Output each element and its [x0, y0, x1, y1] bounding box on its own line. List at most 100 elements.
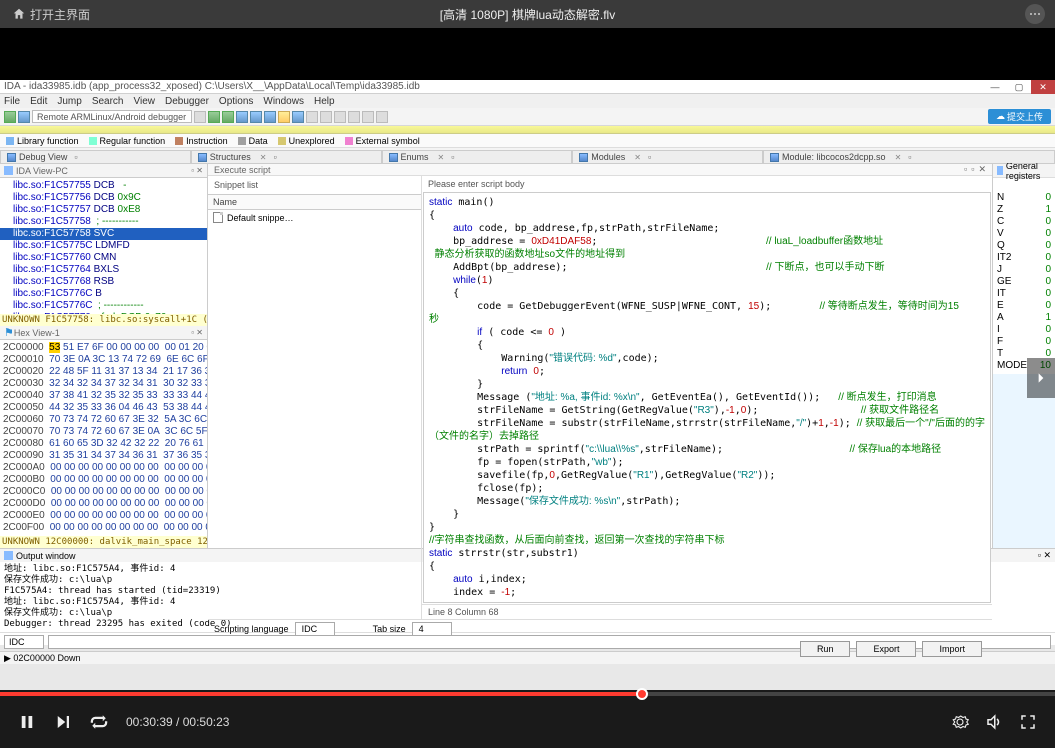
close-x-icon[interactable]: ▫ ✕ — [191, 166, 203, 175]
close-icon[interactable]: ✕ — [978, 164, 986, 175]
close-x-icon[interactable]: ▫ ✕ — [1038, 550, 1051, 561]
disasm-line[interactable]: libc.so:F1C5776C ; ------------ — [0, 300, 207, 312]
hex-row[interactable]: 2C000D0 00 00 00 00 00 00 00 00 00 00 00… — [3, 498, 204, 510]
menu-file[interactable]: File — [4, 96, 20, 107]
legend-item: External symbol — [345, 136, 420, 146]
hex-view[interactable]: 2C00000 53 51 E7 6F 00 00 00 00 00 01 20… — [0, 340, 207, 536]
close-x-icon[interactable]: ▫ ✕ — [191, 328, 203, 337]
tab-icon — [4, 551, 13, 560]
hex-row[interactable]: 2C00040 37 38 41 32 35 32 35 33 33 33 44… — [3, 390, 204, 402]
tool10-icon[interactable] — [334, 111, 346, 123]
loop-icon — [90, 713, 108, 731]
next-video-arrow[interactable] — [1027, 358, 1055, 398]
menu-view[interactable]: View — [134, 96, 156, 107]
pause-icon[interactable] — [18, 111, 30, 123]
disasm-line[interactable]: libc.so:F1C57756 DCB 0x9C — [0, 192, 207, 204]
maximize-button[interactable]: ▢ — [1007, 80, 1031, 94]
progress-knob[interactable] — [636, 688, 648, 700]
editor-status: Line 8 Column 68 — [422, 604, 992, 619]
hex-row[interactable]: 2C00060 70 73 74 72 60 67 3E 32 5A 3C 6C… — [3, 414, 204, 426]
disasm-line[interactable]: libc.so:F1C57758 SVC — [0, 228, 207, 240]
hex-row[interactable]: 2C00010 70 3E 0A 3C 13 74 72 69 6E 6C 6F… — [3, 354, 204, 366]
nav-band[interactable] — [0, 126, 1055, 134]
close-button[interactable]: ✕ — [1031, 80, 1055, 94]
minimize-button[interactable]: — — [983, 80, 1007, 94]
menu-help[interactable]: Help — [314, 96, 335, 107]
tool11-icon[interactable] — [348, 111, 360, 123]
tab-structures[interactable]: Structures✕▫ — [191, 150, 382, 163]
next-button[interactable] — [54, 713, 72, 731]
popout-icon[interactable]: ▫ — [971, 164, 974, 175]
hex-row[interactable]: 2C00090 31 35 31 34 37 34 36 31 37 36 35… — [3, 450, 204, 462]
progress-bar[interactable] — [0, 692, 1055, 696]
hex-row[interactable]: 2C00F00 00 00 00 00 00 00 00 00 00 00 00… — [3, 522, 204, 534]
pause-button[interactable] — [18, 713, 36, 731]
tab-enums[interactable]: Enums✕▫ — [382, 150, 573, 163]
hex-row[interactable]: 2C00050 44 32 35 33 36 04 46 43 53 38 44… — [3, 402, 204, 414]
video-area: IDA - ida33985.idb (app_process32_xposed… — [0, 28, 1055, 690]
lang-select[interactable]: IDC — [295, 622, 335, 636]
tool9-icon[interactable] — [320, 111, 332, 123]
tool13-icon[interactable] — [376, 111, 388, 123]
legend-item: Data — [238, 136, 268, 146]
tool12-icon[interactable] — [362, 111, 374, 123]
script-editor[interactable]: static main() { auto code, bp_addrese,fp… — [423, 192, 991, 603]
register-list[interactable]: N Z C V Q IT2 J GE IT E A I F T MODE0 1 … — [993, 190, 1055, 374]
home-button[interactable]: 打开主界面 — [0, 0, 102, 28]
more-button[interactable] — [1025, 4, 1045, 24]
settings-button[interactable] — [951, 713, 969, 731]
tabsize-input[interactable]: 4 — [412, 622, 452, 636]
tab-icon — [389, 153, 398, 162]
debugger-select[interactable]: Remote ARMLinux/Android debugger — [32, 110, 192, 123]
menu-windows[interactable]: Windows — [263, 96, 304, 107]
hex-row[interactable]: 2C000C0 00 00 00 00 00 00 00 00 00 00 00… — [3, 486, 204, 498]
disassembly-view[interactable]: libc.so:F1C57755 DCB -libc.so:F1C57756 D… — [0, 178, 207, 314]
disasm-line[interactable]: libc.so:F1C57768 RSB — [0, 276, 207, 288]
disasm-line[interactable]: libc.so:F1C5776C B — [0, 288, 207, 300]
run-button[interactable]: Run — [800, 641, 851, 657]
disasm-line[interactable]: libc.so:F1C5775C LDMFD — [0, 240, 207, 252]
step-icon[interactable] — [208, 111, 220, 123]
hex-row[interactable]: 2C000A0 00 00 00 00 00 00 00 00 00 00 00… — [3, 462, 204, 474]
hex-row[interactable]: 2C00080 61 60 65 3D 32 42 32 22 20 76 61… — [3, 438, 204, 450]
pin-icon[interactable]: ▫ — [964, 164, 967, 175]
disasm-line[interactable]: libc.so:F1C57755 DCB - — [0, 180, 207, 192]
menu-search[interactable]: Search — [92, 96, 124, 107]
tool-icon[interactable] — [194, 111, 206, 123]
import-button[interactable]: Import — [922, 641, 982, 657]
step2-icon[interactable] — [222, 111, 234, 123]
loop-button[interactable] — [90, 713, 108, 731]
tool7-icon[interactable] — [292, 111, 304, 123]
disasm-line[interactable]: libc.so:F1C57764 BXLS — [0, 264, 207, 276]
menu-options[interactable]: Options — [219, 96, 253, 107]
hex-row[interactable]: 2C00030 32 34 32 34 37 32 34 31 30 32 33… — [3, 378, 204, 390]
cmd-lang-select[interactable]: IDC — [4, 635, 44, 649]
fullscreen-button[interactable] — [1019, 713, 1037, 731]
menu-edit[interactable]: Edit — [30, 96, 47, 107]
hex-row[interactable]: 2C000B0 00 00 00 00 00 00 00 00 00 00 00… — [3, 474, 204, 486]
export-button[interactable]: Export — [856, 641, 916, 657]
tool8-icon[interactable] — [306, 111, 318, 123]
disasm-line[interactable]: libc.so:F1C57758 ; ----------- — [0, 216, 207, 228]
tool4-icon[interactable] — [250, 111, 262, 123]
hex-row[interactable]: 2C00070 70 73 74 72 60 67 3E 0A 3C 6C 5F — [3, 426, 204, 438]
hex-row[interactable]: 2C00000 53 51 E7 6F 00 00 00 00 00 01 20… — [3, 342, 204, 354]
tool5-icon[interactable] — [264, 111, 276, 123]
disasm-line[interactable]: libc.so:F1C57757 DCB 0xE8 — [0, 204, 207, 216]
hex-row[interactable]: 2C00020 22 48 5F 11 31 37 13 34 21 17 36… — [3, 366, 204, 378]
pause-icon — [18, 713, 36, 731]
tab-module[interactable]: Module: libcocos2dcpp.so✕▫ — [763, 150, 1055, 163]
tab-debug-view[interactable]: Debug View▫ — [0, 150, 191, 163]
tool3-icon[interactable] — [236, 111, 248, 123]
upload-button[interactable]: ☁ 提交上传 — [988, 109, 1051, 124]
menu-debugger[interactable]: Debugger — [165, 96, 209, 107]
snippet-col-header[interactable]: Name — [208, 194, 421, 210]
disasm-line[interactable]: libc.so:F1C57760 CMN — [0, 252, 207, 264]
tab-modules[interactable]: Modules✕▫ — [572, 150, 763, 163]
snippet-item[interactable]: Default snippe… — [208, 210, 421, 225]
run-icon[interactable] — [4, 111, 16, 123]
menu-jump[interactable]: Jump — [57, 96, 81, 107]
tool6-icon[interactable] — [278, 111, 290, 123]
volume-button[interactable] — [985, 713, 1003, 731]
hex-row[interactable]: 2C000E0 00 00 00 00 00 00 00 00 00 00 00… — [3, 510, 204, 522]
